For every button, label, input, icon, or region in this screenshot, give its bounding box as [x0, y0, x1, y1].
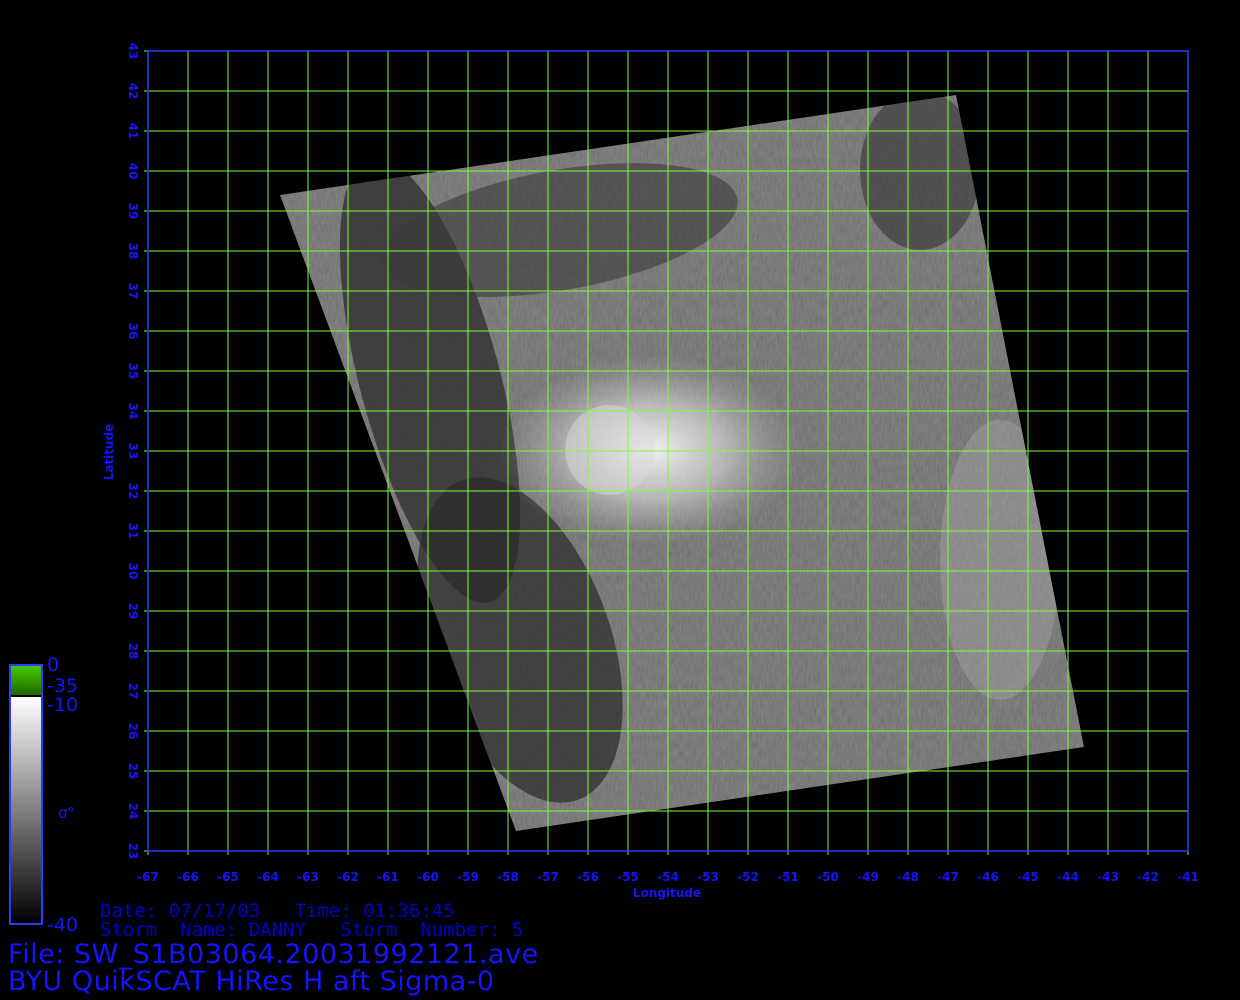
longitude-tick-label: -60	[417, 870, 439, 884]
longitude-tick-label: -62	[337, 870, 359, 884]
latitude-tick-label: 25	[126, 763, 140, 780]
latitude-tick-label: 27	[126, 683, 140, 700]
longitude-tick-label: -47	[937, 870, 959, 884]
y-axis-label: Latitude	[102, 424, 116, 481]
latitude-tick-label: 30	[126, 563, 140, 580]
colorbar-green-segment	[10, 665, 42, 695]
latitude-tick-labels: 23 24 25 26 27 28 29 30 31 32 33 34 35 36 37 38 39 40 41 42…	[126, 43, 140, 860]
longitude-tick-label: -64	[257, 870, 279, 884]
file-name-line: File: SW_S1B03064.20031992121.ave	[8, 939, 539, 970]
longitude-tick-label: -58	[497, 870, 519, 884]
longitude-tick-label: -41	[1177, 870, 1199, 884]
longitude-tick-label: -42	[1137, 870, 1159, 884]
longitude-tick-label: -65	[217, 870, 239, 884]
map-plot: -67 -66 -65 -64 -63 -62 -61 -60 -59 -58 -57 -56 -55 -…	[9, 43, 1199, 925]
latitude-tick-label: 38	[126, 243, 140, 260]
latitude-tick-label: 36	[126, 323, 140, 340]
x-axis-label: Longitude	[633, 886, 701, 900]
latitude-tick-label: 26	[126, 723, 140, 740]
colorbar-label-top: 0	[47, 654, 60, 676]
longitude-tick-label: -44	[1057, 870, 1079, 884]
colorbar	[9, 664, 43, 925]
latitude-tick-label: 32	[126, 483, 140, 500]
longitude-tick-label: -53	[697, 870, 719, 884]
longitude-tick-label: -59	[457, 870, 479, 884]
latitude-tick-label: 34	[126, 403, 140, 420]
product-title-line: BYU QuikSCAT HiRes H aft Sigma-0	[8, 966, 495, 997]
latitude-tick-label: 24	[126, 803, 140, 820]
longitude-tick-label: -52	[737, 870, 759, 884]
longitude-tick-label: -66	[177, 870, 199, 884]
latitude-tick-label: 35	[126, 363, 140, 380]
latitude-tick-label: 29	[126, 603, 140, 620]
longitude-tick-label: -51	[777, 870, 799, 884]
longitude-tick-label: -50	[817, 870, 839, 884]
latitude-tick-label: 39	[126, 203, 140, 220]
latitude-tick-label: 31	[126, 523, 140, 540]
colorbar-gray-segment	[10, 697, 42, 924]
longitude-tick-label: -55	[617, 870, 639, 884]
longitude-tick-label: -49	[857, 870, 879, 884]
longitude-tick-label: -61	[377, 870, 399, 884]
latitude-tick-label: 41	[126, 123, 140, 140]
latitude-tick-label: 33	[126, 443, 140, 460]
longitude-tick-label: -56	[577, 870, 599, 884]
latitude-tick-label: 42	[126, 83, 140, 100]
colorbar-label-gray-max: -10	[47, 694, 79, 716]
longitude-tick-label: -43	[1097, 870, 1119, 884]
longitude-tick-labels: -67 -66 -65 -64 -63 -62 -61 -60 -59 -58 -57 -56 -55 -…	[137, 870, 1199, 884]
longitude-tick-label: -48	[897, 870, 919, 884]
longitude-tick-label: -54	[657, 870, 679, 884]
latitude-tick-label: 40	[126, 163, 140, 180]
longitude-tick-label: -57	[537, 870, 559, 884]
latitude-tick-label: 28	[126, 643, 140, 660]
sigma0-swath-image	[280, 95, 1084, 831]
latitude-tick-label: 37	[126, 283, 140, 300]
colorbar-units-label: σ°	[58, 804, 76, 822]
latitude-tick-label: 23	[126, 843, 140, 860]
longitude-tick-label: -46	[977, 870, 999, 884]
longitude-tick-label: -67	[137, 870, 159, 884]
longitude-tick-label: -45	[1017, 870, 1039, 884]
colorbar-label-bottom: -40	[47, 914, 79, 936]
storm-info-line: Storm Name: DANNY Storm Number: 5	[100, 919, 524, 941]
longitude-tick-label: -63	[297, 870, 319, 884]
latitude-tick-label: 43	[126, 43, 140, 60]
